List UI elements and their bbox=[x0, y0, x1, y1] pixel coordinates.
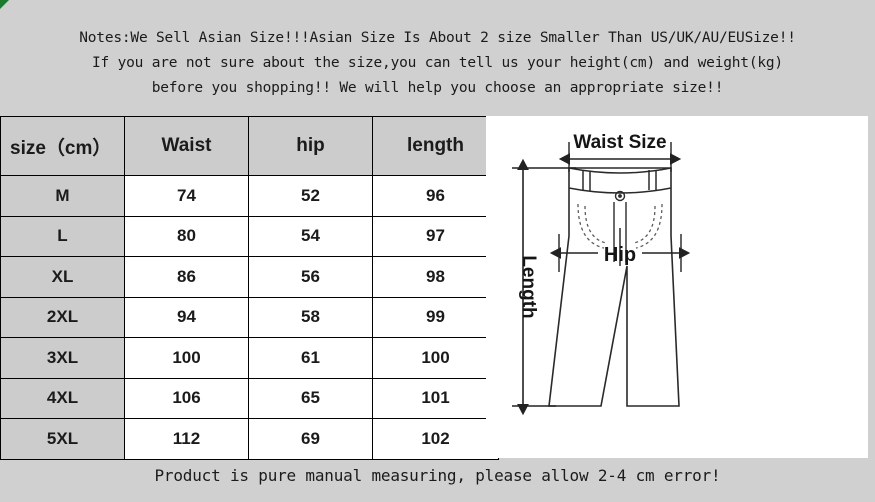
column-header-size: size（cm） bbox=[0, 116, 125, 176]
table-row: M 74 52 96 bbox=[0, 175, 499, 217]
column-header-hip: hip bbox=[248, 116, 373, 176]
cell-waist: 86 bbox=[124, 256, 249, 298]
cell-size: XL bbox=[0, 256, 125, 298]
table-row: 3XL 100 61 100 bbox=[0, 337, 499, 379]
table-row: 4XL 106 65 101 bbox=[0, 377, 499, 419]
cell-hip: 52 bbox=[248, 175, 373, 217]
cell-waist: 106 bbox=[124, 377, 249, 419]
cell-length: 101 bbox=[372, 377, 499, 419]
table-row: 2XL 94 58 99 bbox=[0, 296, 499, 338]
pants-diagram-svg: Waist Size Hip Length bbox=[512, 132, 691, 416]
size-chart-body: size（cm） Waist hip length M 74 52 96 L 8… bbox=[0, 116, 499, 460]
notes-line-2: If you are not sure about the size,you c… bbox=[92, 55, 783, 71]
column-header-waist: Waist bbox=[124, 116, 249, 176]
table-row: XL 86 56 98 bbox=[0, 256, 499, 298]
waist-measure-group: Waist Size bbox=[558, 132, 682, 172]
cell-waist: 112 bbox=[124, 418, 249, 460]
cell-length: 99 bbox=[372, 296, 499, 338]
length-label: Length bbox=[518, 255, 539, 318]
cell-waist: 74 bbox=[124, 175, 249, 217]
cell-length: 97 bbox=[372, 215, 499, 257]
cell-waist: 94 bbox=[124, 296, 249, 338]
notes-line-1: Notes:We Sell Asian Size!!!Asian Size Is… bbox=[79, 30, 796, 46]
table-row: 5XL 112 69 102 bbox=[0, 418, 499, 460]
notes-block: Notes:We Sell Asian Size!!!Asian Size Is… bbox=[0, 26, 875, 101]
cell-hip: 58 bbox=[248, 296, 373, 338]
column-header-length: length bbox=[372, 116, 499, 176]
corner-marker bbox=[0, 0, 9, 9]
cell-size: 4XL bbox=[0, 377, 125, 419]
cell-size: M bbox=[0, 175, 125, 217]
cell-hip: 65 bbox=[248, 377, 373, 419]
cell-length: 98 bbox=[372, 256, 499, 298]
cell-waist: 80 bbox=[124, 215, 249, 257]
hip-label: Hip bbox=[604, 244, 636, 266]
cell-size: 3XL bbox=[0, 337, 125, 379]
footer-note: Product is pure manual measuring, please… bbox=[154, 466, 721, 485]
cell-waist: 100 bbox=[124, 337, 249, 379]
cell-hip: 56 bbox=[248, 256, 373, 298]
cell-hip: 54 bbox=[248, 215, 373, 257]
notes-line-3: before you shopping!! We will help you c… bbox=[151, 80, 724, 96]
cell-length: 96 bbox=[372, 175, 499, 217]
cell-length: 102 bbox=[372, 418, 499, 460]
cell-size: 5XL bbox=[0, 418, 125, 460]
table-row: L 80 54 97 bbox=[0, 215, 499, 257]
waist-size-label: Waist Size bbox=[573, 132, 666, 153]
size-chart-table: size（cm） Waist hip length M 74 52 96 L 8… bbox=[0, 116, 499, 460]
cell-hip: 69 bbox=[248, 418, 373, 460]
pants-measurement-diagram: Waist Size Hip Length bbox=[486, 116, 868, 458]
cell-hip: 61 bbox=[248, 337, 373, 379]
cell-size: 2XL bbox=[0, 296, 125, 338]
cell-size: L bbox=[0, 215, 125, 257]
cell-length: 100 bbox=[372, 337, 499, 379]
table-header-row: size（cm） Waist hip length bbox=[0, 116, 499, 176]
